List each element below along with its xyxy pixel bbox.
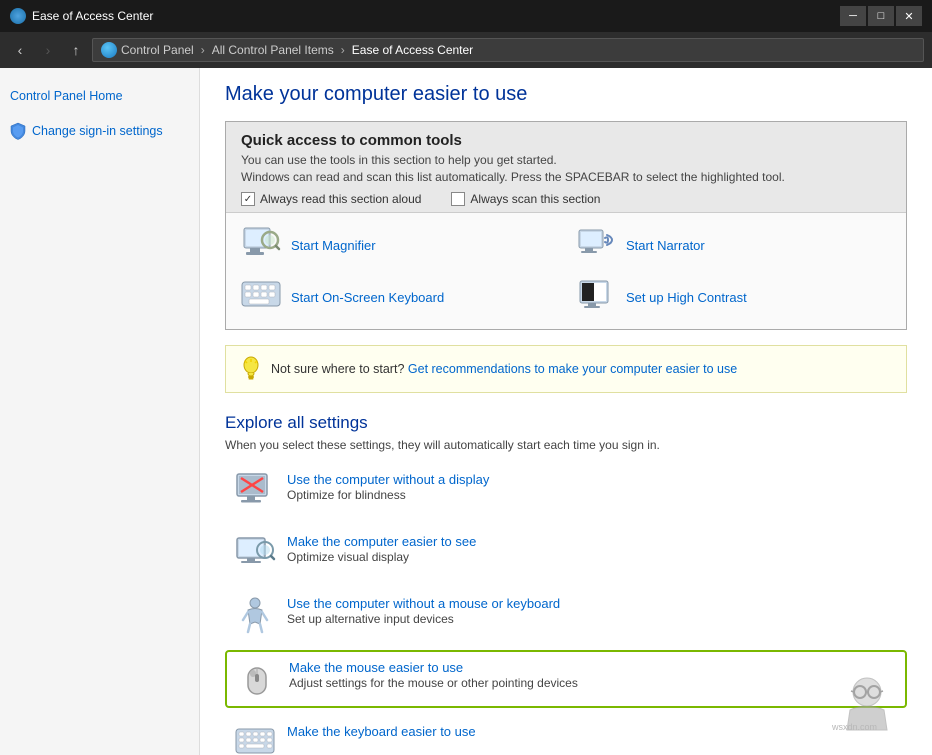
forward-button[interactable]: › (36, 38, 60, 62)
keyboard-link[interactable]: Start On-Screen Keyboard (291, 290, 444, 305)
globe-icon (101, 42, 117, 58)
breadcrumb-part-2[interactable]: All Control Panel Items (212, 43, 334, 57)
quick-access-description: Windows can read and scan this list auto… (241, 170, 891, 184)
setting-mouse-easier[interactable]: Make the mouse easier to use Adjust sett… (225, 650, 907, 708)
up-button[interactable]: ↑ (64, 38, 88, 62)
mouse-easier-icon (237, 660, 277, 698)
easier-to-see-icon (235, 534, 275, 572)
setting-no-mouse-link[interactable]: Use the computer without a mouse or keyb… (287, 596, 560, 611)
setting-no-display-desc: Optimize for blindness (287, 488, 489, 502)
sidebar-item-change-sign-in[interactable]: Change sign-in settings (10, 118, 189, 145)
breadcrumb-separator-2: › (341, 43, 345, 57)
sidebar-item-control-panel-home[interactable]: Control Panel Home (10, 83, 189, 110)
svg-text:wsxdn.com: wsxdn.com (831, 722, 877, 732)
setting-no-mouse[interactable]: Use the computer without a mouse or keyb… (225, 588, 907, 642)
watermark: wsxdn.com (822, 672, 912, 735)
always-read-label: Always read this section aloud (260, 192, 421, 206)
no-mouse-icon (235, 596, 275, 634)
always-scan-checkbox[interactable] (451, 192, 465, 206)
setting-keyboard-easier[interactable]: Make the keyboard easier to use (225, 716, 907, 755)
no-display-icon (235, 472, 275, 510)
tool-narrator: Start Narrator (576, 225, 891, 265)
always-scan-checkbox-label[interactable]: Always scan this section (451, 192, 600, 206)
breadcrumb-part-3: Ease of Access Center (352, 43, 473, 57)
tool-contrast: Set up High Contrast (576, 277, 891, 317)
setting-easier-to-see-content: Make the computer easier to see Optimize… (287, 534, 476, 564)
osk-icon (241, 277, 281, 317)
magnifier-icon (241, 225, 281, 265)
lightbulb-icon (241, 356, 261, 382)
setting-no-mouse-desc: Set up alternative input devices (287, 612, 560, 626)
quick-access-header: Quick access to common tools You can use… (226, 122, 906, 213)
setting-mouse-easier-desc: Adjust settings for the mouse or other p… (289, 676, 578, 690)
title-bar: Ease of Access Center ─ □ ✕ (0, 0, 932, 32)
shield-icon (10, 122, 26, 140)
quick-access-subtitle: You can use the tools in this section to… (241, 153, 891, 167)
quick-access-box: Quick access to common tools You can use… (225, 121, 907, 330)
window-controls: ─ □ ✕ (840, 6, 922, 26)
setting-no-display-content: Use the computer without a display Optim… (287, 472, 489, 502)
setting-easier-to-see[interactable]: Make the computer easier to see Optimize… (225, 526, 907, 580)
setting-no-display-link[interactable]: Use the computer without a display (287, 472, 489, 487)
always-read-checkbox-label[interactable]: Always read this section aloud (241, 192, 421, 206)
tool-magnifier: Start Magnifier (241, 225, 556, 265)
breadcrumb-part-1[interactable]: Control Panel (121, 43, 194, 57)
tools-grid: Start Magnifier (226, 213, 906, 329)
sidebar-change-sign-in-label: Change sign-in settings (32, 122, 163, 141)
settings-list: Use the computer without a display Optim… (225, 464, 907, 755)
quick-access-title: Quick access to common tools (241, 132, 891, 149)
close-button[interactable]: ✕ (896, 6, 922, 26)
explore-section-title: Explore all settings (225, 413, 907, 433)
breadcrumb-separator-1: › (201, 43, 205, 57)
tip-link[interactable]: Get recommendations to make your compute… (408, 362, 737, 376)
magnifier-link[interactable]: Start Magnifier (291, 238, 376, 253)
minimize-button[interactable]: ─ (840, 6, 866, 26)
contrast-icon (576, 277, 616, 317)
narrator-link[interactable]: Start Narrator (626, 238, 705, 253)
tip-text: Not sure where to start? Get recommendat… (271, 362, 737, 376)
content-area: Make your computer easier to use Quick a… (200, 68, 932, 755)
quick-access-checkboxes: Always read this section aloud Always sc… (241, 192, 891, 206)
always-scan-label: Always scan this section (470, 192, 600, 206)
always-read-checkbox[interactable] (241, 192, 255, 206)
maximize-button[interactable]: □ (868, 6, 894, 26)
sidebar: Control Panel Home Change sign-in settin… (0, 68, 200, 755)
explore-section-desc: When you select these settings, they wil… (225, 438, 907, 452)
tip-box: Not sure where to start? Get recommendat… (225, 345, 907, 393)
title-bar-text: Ease of Access Center (32, 9, 153, 23)
setting-keyboard-easier-link[interactable]: Make the keyboard easier to use (287, 724, 476, 739)
setting-easier-to-see-link[interactable]: Make the computer easier to see (287, 534, 476, 549)
tip-static-text: Not sure where to start? (271, 362, 404, 376)
setting-keyboard-easier-content: Make the keyboard easier to use (287, 724, 476, 740)
main-container: Control Panel Home Change sign-in settin… (0, 68, 932, 755)
setting-no-display[interactable]: Use the computer without a display Optim… (225, 464, 907, 518)
setting-easier-to-see-desc: Optimize visual display (287, 550, 476, 564)
setting-mouse-easier-link[interactable]: Make the mouse easier to use (289, 660, 578, 675)
narrator-icon (576, 225, 616, 265)
back-button[interactable]: ‹ (8, 38, 32, 62)
app-icon (10, 8, 26, 24)
address-bar: Control Panel › All Control Panel Items … (92, 38, 924, 62)
keyboard-easier-icon (235, 724, 275, 755)
tool-keyboard: Start On-Screen Keyboard (241, 277, 556, 317)
contrast-link[interactable]: Set up High Contrast (626, 290, 747, 305)
page-title: Make your computer easier to use (225, 83, 907, 106)
setting-no-mouse-content: Use the computer without a mouse or keyb… (287, 596, 560, 626)
navigation-bar: ‹ › ↑ Control Panel › All Control Panel … (0, 32, 932, 68)
setting-mouse-easier-content: Make the mouse easier to use Adjust sett… (289, 660, 578, 690)
